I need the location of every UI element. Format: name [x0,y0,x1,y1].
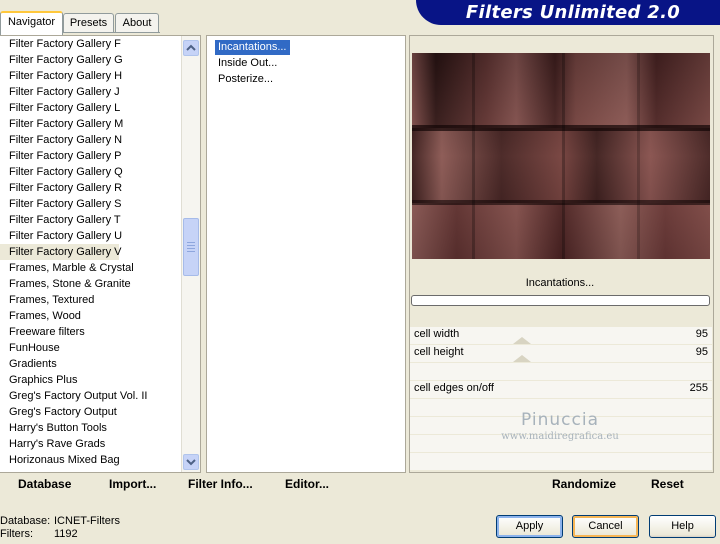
category-item[interactable]: Gradients [0,356,180,372]
filter-info-button[interactable]: Filter Info... [188,477,253,491]
editor-button[interactable]: Editor... [285,477,329,491]
category-item[interactable]: Greg's Factory Output [0,404,180,420]
preview-image[interactable] [412,53,710,259]
filter-list-panel: Incantations... Inside Out... Posterize.… [206,35,406,473]
category-item[interactable]: Filter Factory Gallery H [0,68,180,84]
tab-label: Presets [69,17,108,29]
category-item[interactable]: Filter Factory Gallery V [0,244,121,260]
chevron-up-icon [186,44,196,51]
scroll-thumb[interactable] [183,218,199,276]
control-label: cell height [414,346,464,358]
category-item[interactable]: Filter Factory Gallery N [0,132,180,148]
database-button[interactable]: Database [18,477,71,491]
tab-presets[interactable]: Presets [63,13,114,33]
filter-item-incantations[interactable]: Incantations... [215,40,290,55]
category-item[interactable]: FunHouse [0,340,180,356]
filter-item-posterize[interactable]: Posterize... [215,72,276,87]
control-empty-row [410,363,712,380]
cancel-button[interactable]: Cancel [572,515,639,538]
control-value: 95 [695,346,708,358]
status-filters: Filters: 1192 [0,528,78,540]
category-item[interactable]: Freeware filters [0,324,180,340]
category-item[interactable]: Filter Factory Gallery R [0,180,180,196]
reset-button[interactable]: Reset [651,477,684,491]
control-value: 255 [689,382,708,394]
category-item[interactable]: Filter Factory Gallery T [0,212,180,228]
category-item[interactable]: Filter Factory Gallery F [0,36,180,52]
category-item[interactable]: Greg's Factory Output Vol. II [0,388,180,404]
category-item[interactable]: Frames, Textured [0,292,180,308]
category-item[interactable]: Filter Factory Gallery M [0,116,180,132]
category-item[interactable]: Filter Factory Gallery G [0,52,180,68]
watermark-url: www.maidiregrafica.eu [501,431,619,442]
apply-button[interactable]: Apply [496,515,563,538]
tab-about[interactable]: About [115,13,159,33]
category-list[interactable]: Filter Factory Gallery F Filter Factory G… [0,36,180,472]
control-empty-row [410,453,712,470]
category-list-panel: Filter Factory Gallery F Filter Factory G… [0,35,201,473]
slider-handle-cell-height[interactable] [513,355,531,362]
control-value: 95 [695,328,708,340]
watermark-name: Pinuccia [521,410,599,430]
tab-label: Navigator [7,16,56,28]
category-item[interactable]: Filter Factory Gallery J [0,84,180,100]
import-button[interactable]: Import... [109,477,156,491]
scroll-down-button[interactable] [183,454,199,470]
control-cell-height[interactable]: cell height 95 [410,345,712,362]
filter-item-inside-out[interactable]: Inside Out... [215,56,280,71]
category-item[interactable]: Filter Factory Gallery U [0,228,180,244]
category-item[interactable]: Frames, Marble & Crystal [0,260,180,276]
progress-bar [411,295,710,306]
category-item[interactable]: Frames, Stone & Granite [0,276,180,292]
status-filters-value: 1192 [54,528,78,540]
control-cell-edges[interactable]: cell edges on/off 255 [410,381,712,398]
status-filters-label: Filters: [0,528,33,540]
category-item[interactable]: Frames, Wood [0,308,180,324]
current-filter-name: Incantations... [525,277,595,289]
category-item[interactable]: Filter Factory Gallery L [0,100,180,116]
category-item[interactable]: Filter Factory Gallery P [0,148,180,164]
control-label: cell edges on/off [414,382,494,394]
category-scrollbar[interactable] [181,36,200,472]
control-cell-width[interactable]: cell width 95 [410,327,712,344]
status-database: Database: ICNET-Filters [0,515,120,527]
category-item[interactable]: Filter Factory Gallery S [0,196,180,212]
preview-canvas [412,53,710,259]
control-label: cell width [414,328,460,340]
category-item[interactable]: Harry's Button Tools [0,420,180,436]
chevron-down-icon [186,459,196,466]
category-item[interactable]: Graphics Plus [0,372,180,388]
slider-handle-cell-width[interactable] [513,337,531,344]
status-database-value: ICNET-Filters [54,515,120,527]
tab-label: About [122,17,152,29]
category-item[interactable]: Harry's Rave Grads [0,436,180,452]
app-title: Filters Unlimited 2.0 [465,2,681,23]
status-database-label: Database: [0,515,51,527]
scroll-up-button[interactable] [183,40,199,56]
randomize-button[interactable]: Randomize [552,477,616,491]
category-item[interactable]: Horizonaus Mixed Bag [0,452,180,468]
help-button[interactable]: Help [649,515,716,538]
tab-navigator[interactable]: Navigator [0,11,63,35]
category-item[interactable]: Filter Factory Gallery Q [0,164,180,180]
